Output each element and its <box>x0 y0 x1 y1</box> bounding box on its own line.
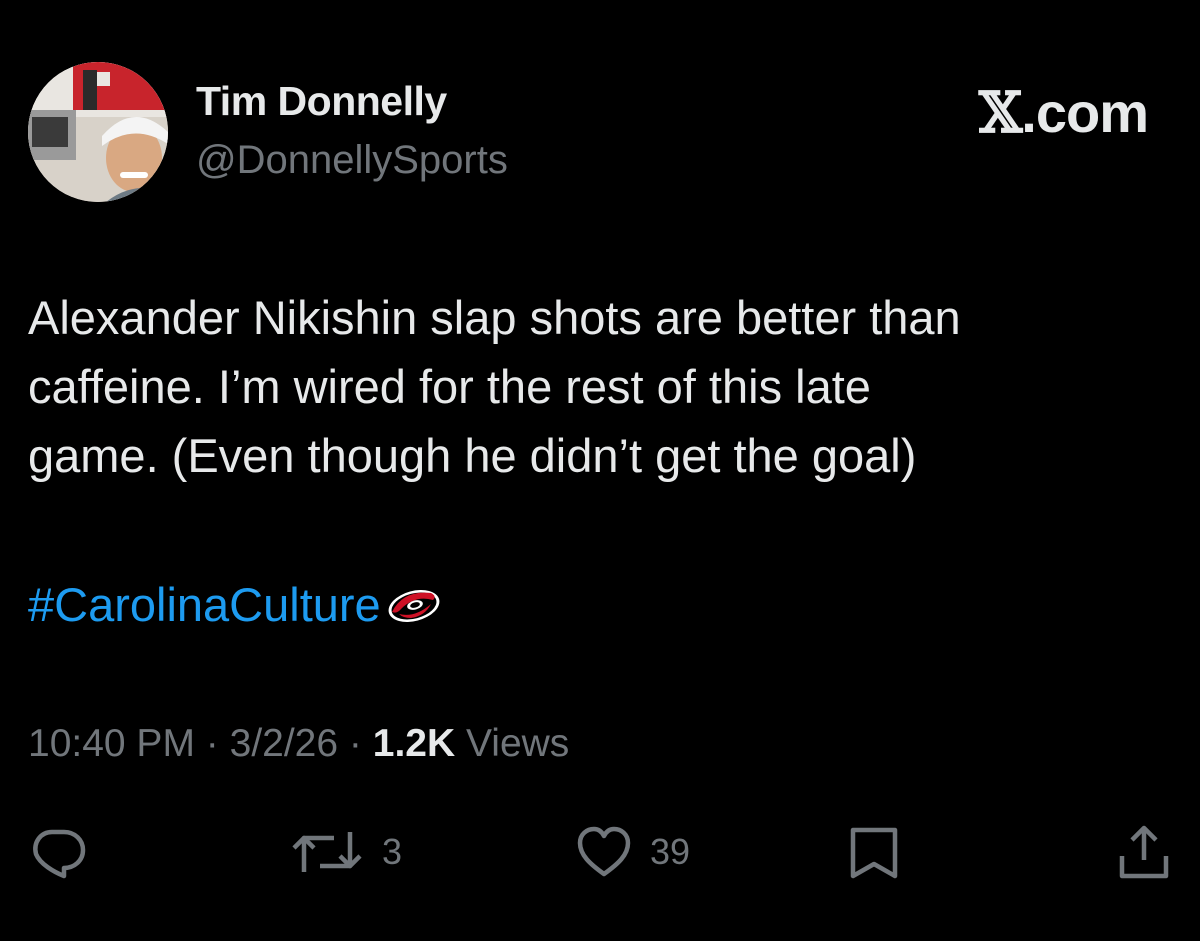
brand-logo-text: .com <box>1021 81 1149 144</box>
author-name[interactable]: Tim Donnelly <box>196 78 447 125</box>
hashtag-link[interactable]: #CarolinaCulture <box>28 575 381 635</box>
tweet-text: Alexander Nikishin slap shots are better… <box>28 283 1158 490</box>
reply-button[interactable] <box>28 822 88 882</box>
tweet-text-line: game. (Even though he didn’t get the goa… <box>28 429 917 482</box>
tweet-text-line: caffeine. I’m wired for the rest of this… <box>28 360 871 413</box>
tweet-card[interactable]: Tim Donnelly @DonnellySports 𝕏.com Alexa… <box>0 0 1200 941</box>
reply-icon <box>33 829 86 879</box>
views-count: 1.2K <box>372 722 456 765</box>
x-brand-logo: 𝕏.com <box>978 80 1149 146</box>
retweet-button[interactable]: 3 <box>288 822 402 882</box>
carolina-hurricanes-logo-icon <box>388 590 440 622</box>
share-icon <box>1119 825 1169 879</box>
x-logo-icon: 𝕏 <box>978 80 1022 146</box>
retweet-icon <box>292 832 362 872</box>
avatar[interactable] <box>28 62 168 202</box>
share-button[interactable] <box>1114 822 1174 882</box>
hashtag-row: #CarolinaCulture <box>28 575 443 635</box>
like-count: 39 <box>650 831 691 872</box>
tweet-text-line: Alexander Nikishin slap shots are better… <box>28 291 961 344</box>
tweet-meta: 10:40 PM · 3/2/26 · 1.2K Views <box>28 722 569 766</box>
tweet-time[interactable]: 10:40 PM <box>28 722 195 765</box>
views-label: Views <box>465 722 570 765</box>
author-handle[interactable]: @DonnellySports <box>196 138 508 183</box>
retweet-count: 3 <box>382 831 403 872</box>
bookmark-button[interactable] <box>846 822 902 882</box>
meta-separator: · <box>205 722 219 765</box>
bookmark-icon <box>850 827 898 879</box>
meta-separator: · <box>348 722 362 765</box>
like-button[interactable]: 39 <box>574 822 690 882</box>
heart-icon <box>577 826 631 877</box>
avatar-photo <box>28 62 168 202</box>
tweet-date[interactable]: 3/2/26 <box>230 722 338 765</box>
